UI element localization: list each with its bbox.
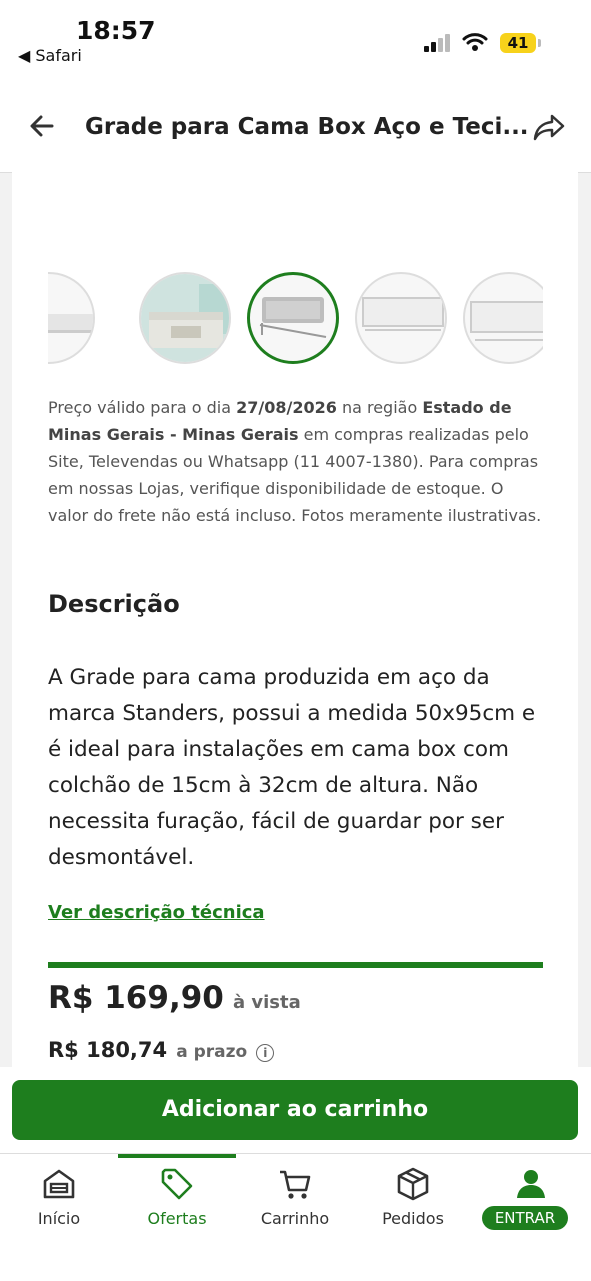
cart-icon [280,1170,311,1199]
disclaimer-text: Preço válido para o dia [48,398,237,417]
signal-icon [424,34,454,52]
product-card: Preço válido para o dia 27/08/2026 na re… [12,172,578,1067]
user-icon [517,1170,545,1198]
nav-label: Início [37,1209,81,1228]
clock: 18:57 [76,16,156,45]
gallery-thumbnail[interactable] [463,272,543,364]
cash-price: R$ 169,90 à vista [48,980,301,1016]
price-disclaimer: Preço válido para o dia 27/08/2026 na re… [48,394,548,529]
technical-description-link[interactable]: Ver descrição técnica [48,902,265,923]
box-icon [397,1167,429,1201]
nav-label: Pedidos [382,1209,444,1228]
info-icon[interactable]: i [256,1043,275,1062]
battery-indicator: 41 [500,33,536,53]
add-to-cart-button[interactable]: Adicionar ao carrinho [12,1080,578,1140]
gallery-thumbnail[interactable] [48,272,95,364]
back-to-safari[interactable]: ◀ Safari [18,46,82,65]
price-divider [48,962,543,968]
tag-icon [161,1168,193,1200]
disclaimer-text: na região [336,398,423,417]
installment-price: R$ 180,74 a prazo i [48,1038,275,1062]
disclaimer-date: 27/08/2026 [236,398,337,417]
entrar-label: ENTRAR [482,1206,568,1230]
gallery-thumbnail[interactable] [355,272,447,364]
nav-label: Carrinho [260,1209,330,1228]
battery-tip [538,39,541,47]
page-title: Grade para Cama Box Aço e Teci... [85,114,529,140]
gallery-thumbnail[interactable] [139,272,231,364]
description-heading: Descrição [48,590,180,618]
home-icon [43,1169,75,1199]
bottom-nav: Início Ofertas Carrinho Pedidos ENTRAR [0,1153,591,1281]
nav-item-pedidos[interactable]: Pedidos [354,1154,472,1254]
page-header: Grade para Cama Box Aço e Teci... [0,80,591,173]
description-text: A Grade para cama produzida em aço da ma… [48,665,536,870]
nav-item-ofertas[interactable]: Ofertas [118,1154,236,1254]
nav-item-carrinho[interactable]: Carrinho [236,1154,354,1254]
image-gallery[interactable] [48,270,543,370]
nav-item-entrar[interactable]: ENTRAR [472,1154,590,1254]
cash-price-value: R$ 169,90 [48,980,224,1016]
add-to-cart-bar: Adicionar ao carrinho [0,1067,591,1153]
wifi-icon [462,33,488,51]
gallery-thumbnail-selected[interactable] [247,272,339,364]
installment-price-value: R$ 180,74 [48,1038,168,1062]
back-arrow-icon[interactable] [28,112,56,140]
status-bar: 18:57 ◀ Safari 41 [0,0,591,80]
installment-price-label: a prazo [176,1042,248,1062]
nav-item-inicio[interactable]: Início [0,1154,118,1254]
nav-label: Ofertas [147,1209,207,1228]
cash-price-label: à vista [232,992,301,1013]
share-icon[interactable] [532,112,566,142]
active-indicator [118,1154,236,1158]
